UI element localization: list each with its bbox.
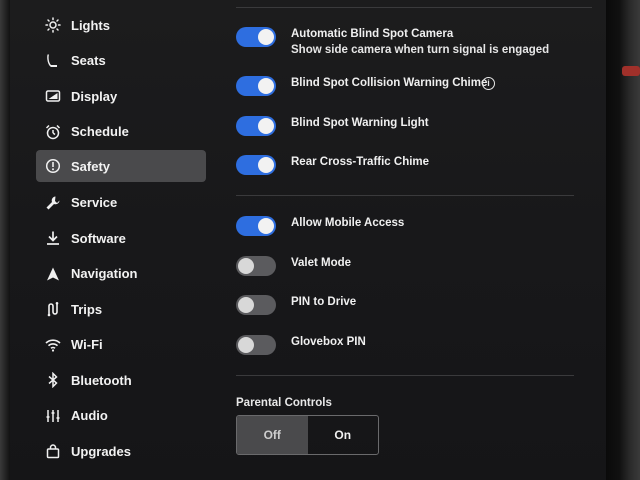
parental-controls-off-button[interactable]: Off (237, 416, 308, 454)
screen-bezel-left (0, 0, 10, 480)
collision-chime-label: Blind Spot Collision Warning Chime (291, 77, 488, 89)
toggle-knob (258, 218, 274, 234)
pin-to-drive-toggle[interactable] (236, 295, 276, 315)
sidebar-item-label: Wi-Fi (71, 337, 103, 352)
bezel-red-accent (622, 66, 640, 76)
blind-spot-camera-label: Automatic Blind Spot Camera (291, 28, 454, 40)
sidebar-item-lights[interactable]: Lights (26, 8, 206, 42)
sidebar-item-label: Software (71, 230, 126, 246)
sidebar-item-label: Upgrades (71, 443, 131, 459)
parental-controls-title: Parental Controls (236, 397, 332, 409)
sidebar-item-upgrades[interactable]: Upgrades (26, 434, 206, 468)
sidebar-item-label: Safety (71, 158, 111, 174)
trips-icon (44, 300, 62, 318)
seat-icon (44, 52, 62, 70)
collision-chime-toggle[interactable] (236, 76, 276, 96)
sidebar-item-trips[interactable]: Trips (26, 292, 206, 326)
wrench-icon (44, 194, 62, 212)
sidebar-item-navigation[interactable]: Navigation (26, 257, 206, 291)
blind-spot-camera-toggle[interactable] (236, 27, 276, 47)
sidebar-item-software[interactable]: Software (26, 221, 206, 255)
rear-cross-traffic-toggle[interactable] (236, 155, 276, 175)
valet-mode-toggle[interactable] (236, 256, 276, 276)
sidebar-item-safety[interactable]: Safety (36, 150, 206, 182)
toggle-knob (238, 297, 254, 313)
pin-to-drive-label: PIN to Drive (291, 296, 357, 308)
rear-cross-traffic-label: Rear Cross-Traffic Chime (291, 156, 430, 168)
parental-controls-segmented-control: Off On (236, 415, 379, 455)
sidebar-item-label: Schedule (71, 124, 129, 139)
section-divider (236, 195, 574, 196)
toggle-knob (258, 118, 274, 134)
mobile-access-label: Allow Mobile Access (291, 217, 405, 229)
toggle-knob (238, 258, 254, 274)
sidebar-item-label: Service (71, 195, 118, 210)
navigation-arrow-icon (44, 265, 62, 283)
sidebar-item-label: Audio (71, 408, 108, 423)
toggle-knob (258, 157, 274, 173)
parental-controls-on-button[interactable]: On (308, 416, 379, 454)
sidebar-item-label: Trips (71, 301, 103, 317)
sidebar-item-seats[interactable]: Seats (26, 44, 206, 78)
warning-light-label: Blind Spot Warning Light (291, 117, 429, 129)
sidebar-item-label: Navigation (71, 266, 138, 281)
sidebar-item-label: Lights (71, 17, 110, 33)
sidebar-item-display[interactable]: Display (26, 79, 206, 113)
glovebox-pin-toggle[interactable] (236, 335, 276, 355)
section-divider (236, 375, 574, 376)
display-icon (44, 87, 62, 105)
valet-mode-label: Valet Mode (291, 257, 352, 269)
section-divider (236, 7, 592, 8)
sidebar-item-schedule[interactable]: Schedule (26, 115, 206, 149)
mobile-access-toggle[interactable] (236, 216, 276, 236)
sidebar-item-bluetooth[interactable]: Bluetooth (26, 363, 206, 397)
equalizer-icon (44, 407, 62, 425)
alarm-clock-icon (44, 123, 62, 141)
alert-circle-icon (44, 157, 62, 175)
sidebar-item-wifi[interactable]: Wi-Fi (26, 328, 206, 362)
download-icon (44, 229, 62, 247)
warning-light-toggle[interactable] (236, 116, 276, 136)
bluetooth-icon (44, 371, 62, 389)
sidebar-item-audio[interactable]: Audio (26, 399, 206, 433)
wifi-icon (44, 336, 62, 354)
blind-spot-camera-description: Show side camera when turn signal is eng… (291, 44, 550, 56)
shopping-bag-icon (44, 442, 62, 460)
sidebar-item-label: Bluetooth (71, 372, 132, 388)
toggle-knob (238, 337, 254, 353)
toggle-knob (258, 29, 274, 45)
sun-icon (44, 16, 62, 34)
toggle-knob (258, 78, 274, 94)
sidebar-item-label: Seats (71, 53, 106, 68)
glovebox-pin-label: Glovebox PIN (291, 336, 366, 348)
sidebar-item-label: Display (71, 88, 118, 104)
sidebar-item-service[interactable]: Service (26, 186, 206, 220)
info-icon[interactable]: i (482, 77, 495, 90)
